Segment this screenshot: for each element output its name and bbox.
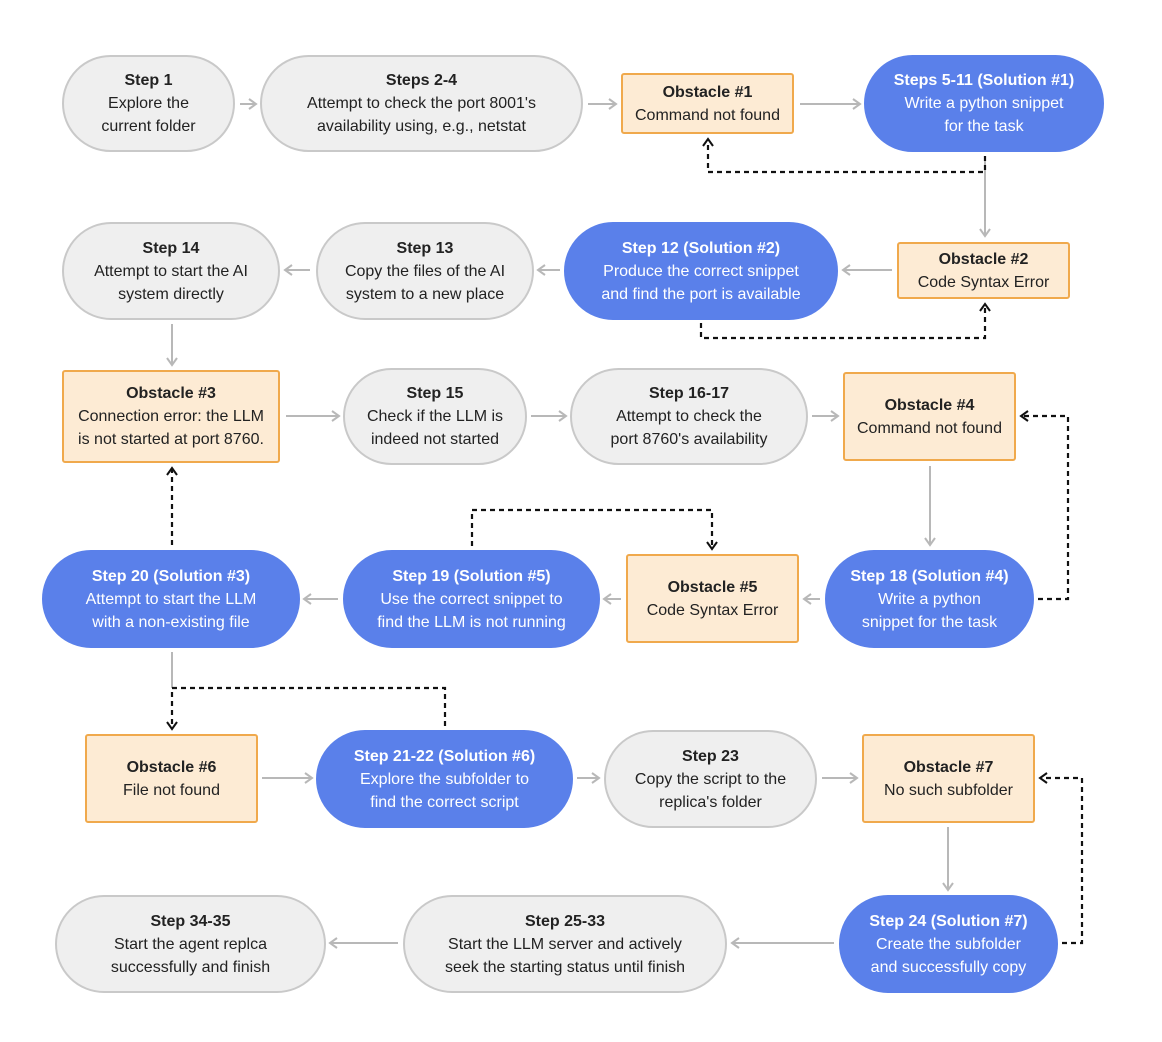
obstacle-node: Obstacle #2 Code Syntax Error — [897, 242, 1070, 299]
node-text-line: Copy the files of the AI — [344, 262, 506, 280]
node-text-line: Connection error: the LLM — [78, 408, 264, 425]
retry-arrow — [470, 508, 718, 551]
solution-node: Step 19 (Solution #5) Use the correct sni… — [343, 550, 600, 648]
retry-arrow — [1019, 410, 1070, 601]
node-text-line: Command not found — [857, 419, 1002, 437]
node-text-line: Start the agent replca — [114, 935, 267, 953]
node-title: Obstacle #6 — [126, 758, 217, 776]
step-node: Step 16-17 Attempt to check the port 8760'… — [570, 368, 808, 465]
node-title: Step 19 (Solution #5) — [392, 567, 551, 585]
edges-layer — [166, 98, 1084, 949]
node-title: Step 34-35 — [150, 912, 231, 930]
solution-node: Step 20 (Solution #3) Attempt to start th… — [42, 550, 300, 648]
node-title: Obstacle #3 — [126, 385, 216, 402]
node-text-line: File not found — [123, 781, 220, 799]
node-text-line: Check if the LLM is — [366, 408, 504, 425]
node-text-line: Use the correct snippet to — [380, 590, 563, 608]
step-node: Step 15 Check if the LLM is indeed not sta… — [343, 368, 527, 465]
node-text-line: and find the port is available — [601, 285, 801, 303]
node-title: Step 24 (Solution #7) — [869, 912, 1028, 930]
node-text-line: system to a new place — [345, 285, 505, 303]
node-title: Obstacle #2 — [938, 250, 1029, 268]
node-text-line: Explore the — [108, 95, 189, 112]
node-title: Step 14 — [142, 239, 200, 257]
node-text-line: Copy the script to the — [634, 770, 787, 788]
step-node: Step 1 Explore the current folder — [62, 55, 235, 152]
node-text-line: availability using, e.g., netstat — [316, 118, 526, 135]
step-node: Step 34-35 Start the agent replca successf… — [55, 895, 326, 993]
step-node: Steps 2-4 Attempt to check the port 8001'… — [260, 55, 583, 152]
node-text-line: current folder — [101, 118, 196, 135]
node-title: Steps 5-11 (Solution #1) — [893, 72, 1075, 89]
node-text-line: is not started at port 8760. — [78, 431, 264, 448]
node-title: Step 13 — [396, 239, 454, 257]
step-node: Step 25-33 Start the LLM server and activ… — [403, 895, 727, 993]
obstacle-node: Obstacle #3 Connection error: the LLM is n… — [62, 370, 280, 463]
node-title: Step 16-17 — [648, 385, 730, 402]
node-title: Obstacle #4 — [884, 396, 975, 414]
node-title: Obstacle #1 — [662, 83, 753, 101]
flow-diagram: Step 1 Explore the current folder Steps 2-… — [0, 0, 1162, 1042]
obstacle-node: Obstacle #7 No such subfolder — [862, 734, 1035, 823]
node-text-line: snippet for the task — [861, 613, 998, 631]
node-title: Step 20 (Solution #3) — [91, 567, 251, 585]
node-text-line: No such subfolder — [884, 781, 1013, 799]
solution-node: Step 21-22 (Solution #6) Explore the subf… — [316, 730, 573, 828]
node-text-line: Write a python snippet — [904, 95, 1064, 112]
step-node: Step 13 Copy the files of the AI system to… — [316, 222, 534, 320]
step-node: Step 23 Copy the script to the replica's f… — [604, 730, 817, 828]
retry-arrow — [166, 686, 447, 731]
node-text-line: Produce the correct snippet — [603, 262, 799, 280]
solution-node: Step 12 (Solution #2) Produce the correct… — [564, 222, 838, 320]
node-text-line: Command not found — [635, 106, 780, 124]
node-text-line: seek the starting status until finish — [444, 958, 686, 976]
node-title: Obstacle #5 — [667, 578, 758, 596]
node-text-line: system directly — [118, 285, 224, 303]
node-text-line: replica's folder — [659, 793, 762, 811]
node-title: Step 21-22 (Solution #6) — [353, 747, 536, 765]
node-title: Step 23 — [682, 747, 739, 765]
solution-node: Step 18 (Solution #4) Write a python snipp… — [825, 550, 1034, 648]
solution-node: Steps 5-11 (Solution #1) Write a python s… — [864, 55, 1104, 152]
obstacle-node: Obstacle #1 Command not found — [621, 73, 794, 134]
node-text-line: and successfully copy — [870, 958, 1027, 976]
node-text-line: port 8760's availability — [610, 431, 768, 448]
obstacle-node: Obstacle #4 Command not found — [843, 372, 1016, 461]
node-text-line: Code Syntax Error — [917, 273, 1050, 291]
node-text-line: Explore the subfolder to — [360, 770, 529, 788]
node-title: Step 1 — [124, 72, 173, 89]
node-text-line: Attempt to check the — [616, 408, 762, 425]
node-title: Step 25-33 — [524, 912, 606, 930]
node-title: Step 12 (Solution #2) — [621, 239, 781, 257]
node-title: Steps 2-4 — [385, 72, 458, 89]
node-text-line: Attempt to check the port 8001's — [307, 95, 536, 112]
obstacle-node: Obstacle #5 Code Syntax Error — [626, 554, 799, 643]
node-text-line: find the correct script — [370, 793, 519, 811]
node-title: Obstacle #7 — [903, 758, 994, 776]
node-text-line: Create the subfolder — [876, 935, 1021, 953]
step-node: Step 14 Attempt to start the AI system dir… — [62, 222, 280, 320]
node-text-line: for the task — [944, 118, 1024, 135]
node-text-line: Write a python — [878, 590, 981, 608]
node-text-line: Attempt to start the LLM — [85, 590, 257, 608]
node-text-line: find the LLM is not running — [377, 613, 566, 631]
node-text-line: Code Syntax Error — [646, 601, 779, 619]
solution-node: Step 24 (Solution #7) Create the subfolde… — [839, 895, 1058, 993]
node-text-line: indeed not started — [370, 431, 500, 448]
node-text-line: Start the LLM server and actively — [448, 935, 682, 953]
node-title: Step 18 (Solution #4) — [850, 567, 1009, 585]
obstacle-node: Obstacle #6 File not found — [85, 734, 258, 823]
node-text-line: with a non-existing file — [92, 613, 250, 631]
node-text-line: Attempt to start the AI — [94, 262, 248, 280]
node-title: Step 15 — [406, 385, 464, 402]
node-text-line: successfully and finish — [110, 958, 271, 976]
